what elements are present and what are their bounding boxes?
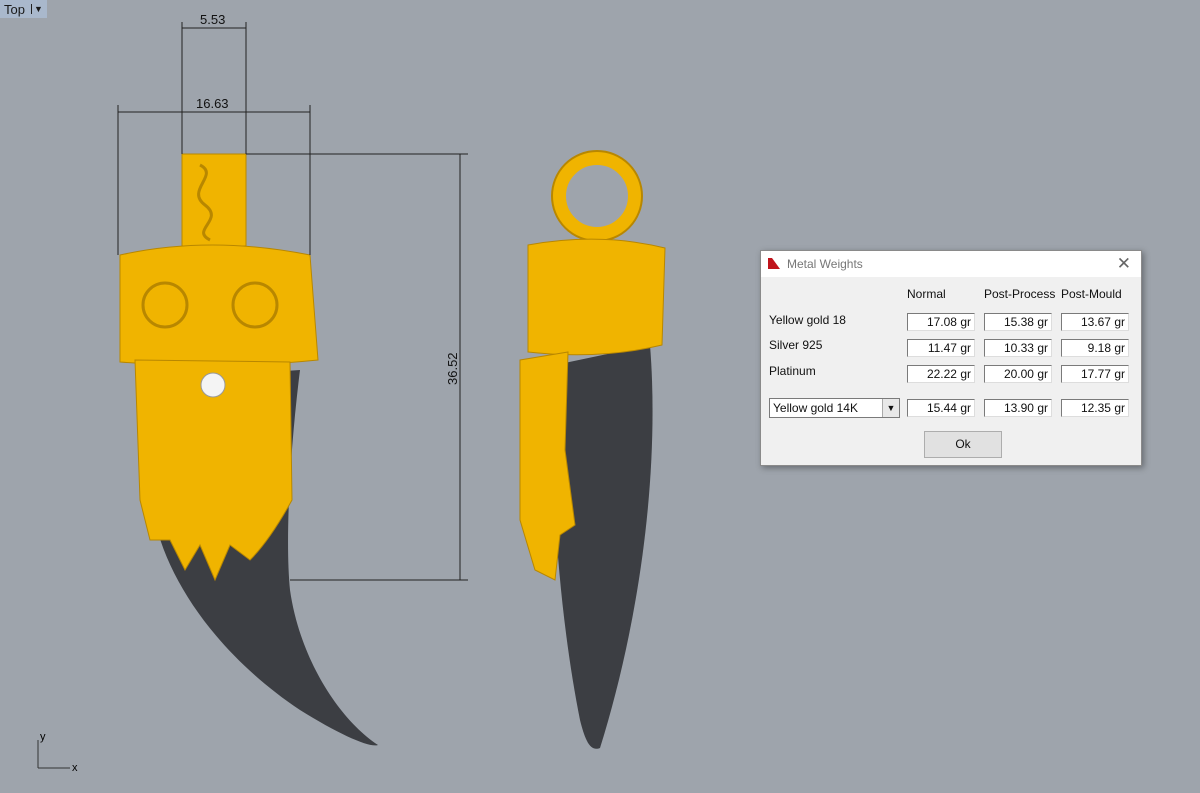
silver-925-post-mould-field[interactable]: 9.18 gr xyxy=(1061,339,1129,357)
dimension-body-width: 16.63 xyxy=(196,96,229,111)
platinum-post-mould-field[interactable]: 17.77 gr xyxy=(1061,365,1129,383)
custom-post-mould-field[interactable]: 12.35 gr xyxy=(1061,399,1129,417)
platinum-post-process-field[interactable]: 20.00 gr xyxy=(984,365,1052,383)
yellow-gold-18-post-process-field[interactable]: 15.38 gr xyxy=(984,313,1052,331)
column-header-post-mould: Post-Mould xyxy=(1061,287,1122,301)
metal-select[interactable]: Yellow gold 14K ▼ xyxy=(769,398,900,418)
axis-y-label: y xyxy=(40,731,46,743)
custom-normal-field[interactable]: 15.44 gr xyxy=(907,399,975,417)
axis-x-label: x xyxy=(72,762,78,774)
close-icon[interactable]: ✕ xyxy=(1117,254,1131,274)
metal-weights-dialog: Metal Weights ✕ Normal Post-Process Post… xyxy=(760,250,1142,466)
custom-post-process-field[interactable]: 13.90 gr xyxy=(984,399,1052,417)
silver-925-post-process-field[interactable]: 10.33 gr xyxy=(984,339,1052,357)
row-label-silver-925: Silver 925 xyxy=(769,338,823,352)
chevron-down-icon[interactable]: ▼ xyxy=(882,399,899,417)
ring-right xyxy=(552,151,642,241)
axis-icon xyxy=(37,740,70,769)
bail-left xyxy=(181,153,247,247)
row-label-yellow-gold-18: Yellow gold 18 xyxy=(769,313,846,327)
horn-right xyxy=(552,345,653,749)
dimension-top-width: 5.53 xyxy=(200,12,225,27)
column-header-normal: Normal xyxy=(907,287,946,301)
dimension-height: 36.52 xyxy=(445,352,460,385)
dialog-titlebar[interactable]: Metal Weights ✕ xyxy=(761,251,1141,277)
column-header-post-process: Post-Process xyxy=(984,287,1056,301)
row-label-platinum: Platinum xyxy=(769,364,816,378)
dialog-title: Metal Weights xyxy=(787,257,863,271)
metal-select-value: Yellow gold 14K xyxy=(773,401,858,415)
ok-button[interactable]: Ok xyxy=(924,431,1002,458)
yellow-gold-18-post-mould-field[interactable]: 13.67 gr xyxy=(1061,313,1129,331)
yellow-gold-18-normal-field[interactable]: 17.08 gr xyxy=(907,313,975,331)
app-icon xyxy=(768,258,780,269)
silver-925-normal-field[interactable]: 11.47 gr xyxy=(907,339,975,357)
cap-right xyxy=(527,238,666,356)
cap-left xyxy=(119,244,319,367)
platinum-normal-field[interactable]: 22.22 gr xyxy=(907,365,975,383)
